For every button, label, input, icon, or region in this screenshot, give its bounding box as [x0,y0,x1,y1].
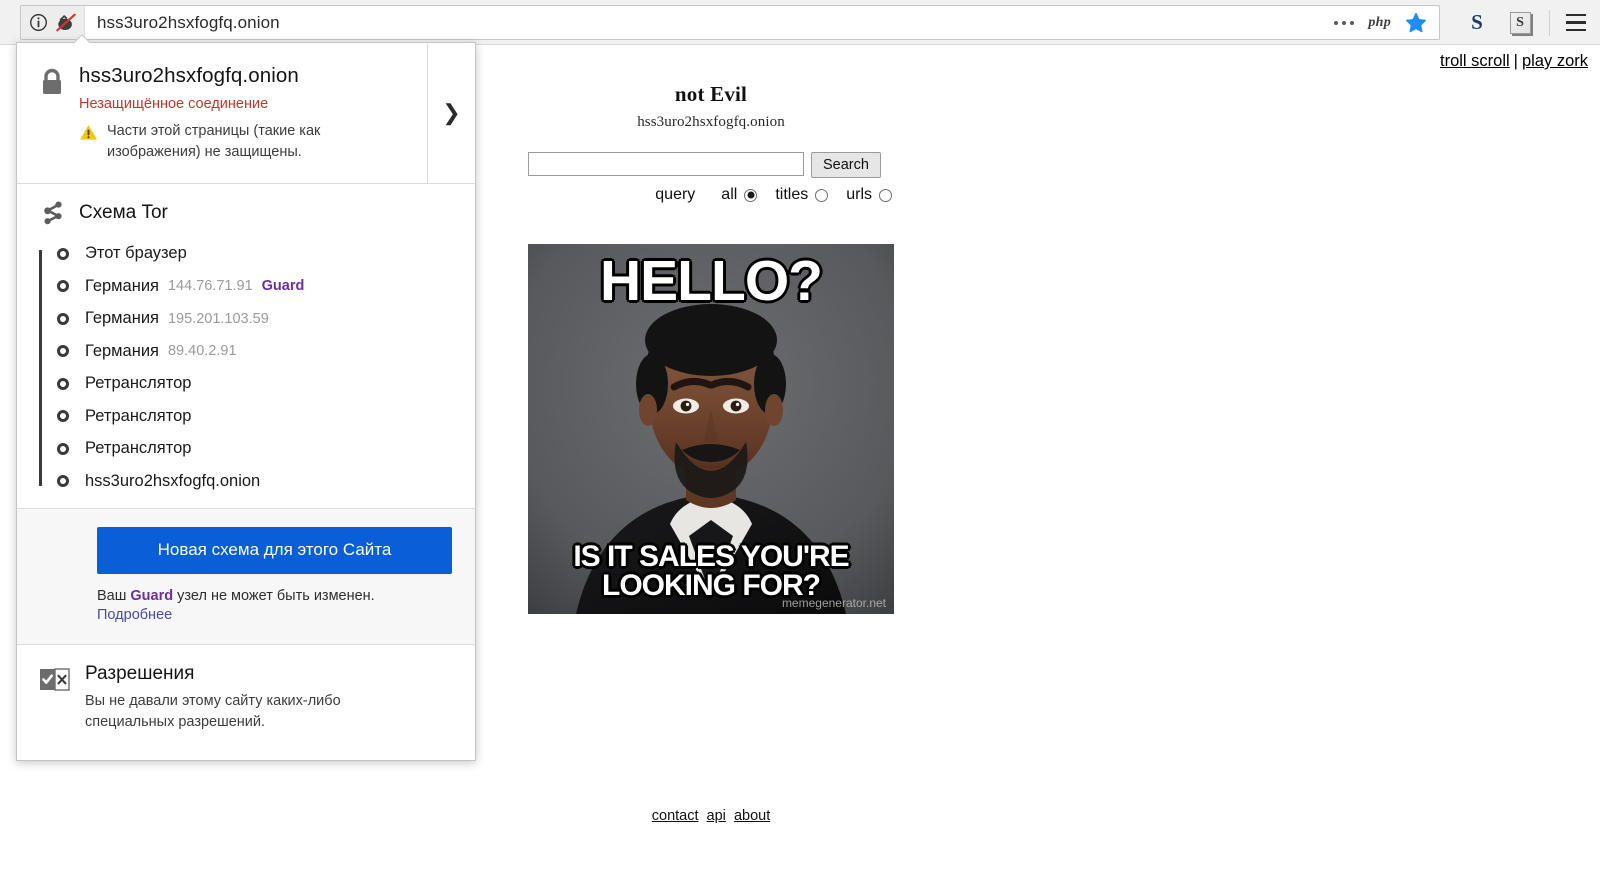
scope-option-urls[interactable]: urls [846,186,892,204]
circuit-node: Ретранслятор [57,400,457,433]
url-bar[interactable]: hss3uro2hsxfogfq.onion php [20,5,1440,40]
panel-arrow [73,34,91,43]
connection-status: Незащищённое соединение [79,95,269,112]
onion-broken-icon[interactable] [55,13,77,32]
chevron-right-icon[interactable]: ❯ [427,43,475,183]
scope-option-titles-label: titles [775,186,809,203]
circuit-spine [39,249,42,486]
footer-links: contact api about [0,808,1422,824]
panel-security-section: hss3uro2hsxfogfq.onion Незащищённое соед… [17,43,475,184]
guard-note: Ваш Guard узел не может быть изменен. [97,588,453,604]
scriptsafe-s-icon[interactable]: S [1497,0,1543,45]
link-play-zork[interactable]: play zork [1522,52,1588,70]
url-text[interactable]: hss3uro2hsxfogfq.onion [85,13,280,33]
circuit-node: Германия 144.76.71.91 Guard [57,270,457,303]
permissions-text: Вы не давали этому сайту каких-либо спец… [85,692,341,731]
panel-circuit-section: Схема Tor Этот браузер Германия 144.76.7… [17,184,475,509]
circuit-node-dot [57,247,69,260]
circuit-node-ip: 144.76.71.91 [167,278,253,295]
search-input[interactable] [528,152,804,176]
scope-option-urls-label: urls [846,186,872,203]
panel-site-host: hss3uro2hsxfogfq.onion [79,64,299,87]
lock-icon [43,68,61,94]
meme-watermark: memegenerator.net [781,596,886,610]
circuit-node: hss3uro2hsxfogfq.onion [57,465,457,498]
new-circuit-button[interactable]: Новая схема для этого Сайта [97,526,452,574]
circuit-node-name: Германия [85,309,159,328]
scope-option-all[interactable]: all [721,186,758,204]
circuit-node-name: Германия [85,276,159,295]
circuit-node-badge: Guard [261,278,305,295]
circuit-node-name: hss3uro2hsxfogfq.onion [85,471,261,490]
stylish-s-icon[interactable]: S [1457,0,1497,45]
guard-note-suffix: узел не может быть изменен. [173,587,375,604]
circuit-node-name: Этот браузер [85,244,187,263]
panel-new-circuit-section: Новая схема для этого Сайта Ваш Guard уз… [17,508,475,645]
circuit-node-name: Германия [85,341,159,360]
meme-bottom-text: IS IT SALES YOU'RE LOOKING FOR? [573,540,849,602]
link-about[interactable]: about [734,808,770,824]
mixed-content-warning: Части этой страницы (такие как изображен… [107,122,321,160]
circuit-node-list: Этот браузер Германия 144.76.71.91 Guard… [39,238,457,498]
bookmark-star-icon[interactable] [1405,12,1427,34]
panel-permissions-section: Разрешения Вы не давали этому сайту каки… [17,645,475,761]
tor-circuit-icon [44,201,62,224]
circuit-node: Ретранслятор [57,368,457,401]
urlbar-actions: php [1334,12,1439,34]
circuit-node-name: Ретранслятор [85,374,192,393]
learn-more-link[interactable]: Подробнее [97,607,172,623]
scope-option-titles[interactable]: titles [775,186,829,204]
link-api[interactable]: api [707,808,726,824]
circuit-node: Германия 89.40.2.91 [57,335,457,368]
scope-option-all-label: all [721,186,738,203]
php-badge-icon[interactable]: php [1368,15,1391,31]
screen-root: hss3uro2hsxfogfq.onion php S S troll scr… [0,0,1600,882]
circuit-node-name: Ретранслятор [85,406,192,425]
circuit-header: Схема Tor [39,200,457,226]
guard-note-prefix: Ваш [97,587,131,604]
scriptsafe-s-label: S [1509,11,1531,34]
circuit-node: Германия 195.201.103.59 [57,303,457,336]
circuit-node: Этот браузер [57,238,457,271]
circuit-node-dot [57,280,69,293]
search-button[interactable]: Search [811,152,881,178]
circuit-node-dot [57,312,69,325]
circuit-node-dot [57,442,69,455]
browser-toolbar: hss3uro2hsxfogfq.onion php S S [0,0,1600,45]
circuit-node-name: Ретранслятор [85,439,192,458]
guard-note-badge: Guard [130,587,174,604]
search-scope-options: query all titles urls [528,186,892,204]
site-identity-panel: hss3uro2hsxfogfq.onion Незащищённое соед… [16,42,476,762]
toolbar-divider [1549,9,1550,36]
top-links-separator: | [1513,52,1518,70]
link-contact[interactable]: contact [652,808,699,824]
info-icon[interactable] [29,13,48,32]
radio-urls[interactable] [879,188,892,202]
circuit-node-ip: 195.201.103.59 [167,310,269,327]
more-dots-icon[interactable] [1334,20,1355,25]
meme-top-text: HELLO? [600,249,823,313]
link-troll-scroll[interactable]: troll scroll [1440,52,1510,70]
circuit-node: Ретранслятор [57,433,457,466]
circuit-node-dot [57,475,69,488]
mixed-content-row: Части этой страницы (такие как изображен… [79,121,457,163]
circuit-node-dot [57,345,69,358]
permissions-body: Разрешения Вы не давали этому сайту каки… [85,663,385,735]
warning-triangle-icon [80,124,97,140]
circuit-node-dot [57,377,69,390]
radio-titles[interactable] [815,188,829,202]
top-links: troll scroll | play zork [1440,52,1588,71]
circuit-node-dot [57,410,69,423]
meme-image: HELLO? IS IT SALES YOU'RE LOOKING FOR? m… [528,244,894,614]
hamburger-menu-icon[interactable] [1556,0,1600,45]
permissions-checkbox-icon [40,667,70,691]
browser-extensions-area: S S [1457,0,1600,45]
circuit-node-ip: 89.40.2.91 [167,343,237,360]
panel-security-body: hss3uro2hsxfogfq.onion Незащищённое соед… [79,63,457,163]
scope-label: query [655,186,696,203]
circuit-title: Схема Tor [79,201,168,223]
radio-all[interactable] [744,188,758,202]
permissions-title: Разрешения [85,662,195,684]
search-form: Search [528,152,881,178]
